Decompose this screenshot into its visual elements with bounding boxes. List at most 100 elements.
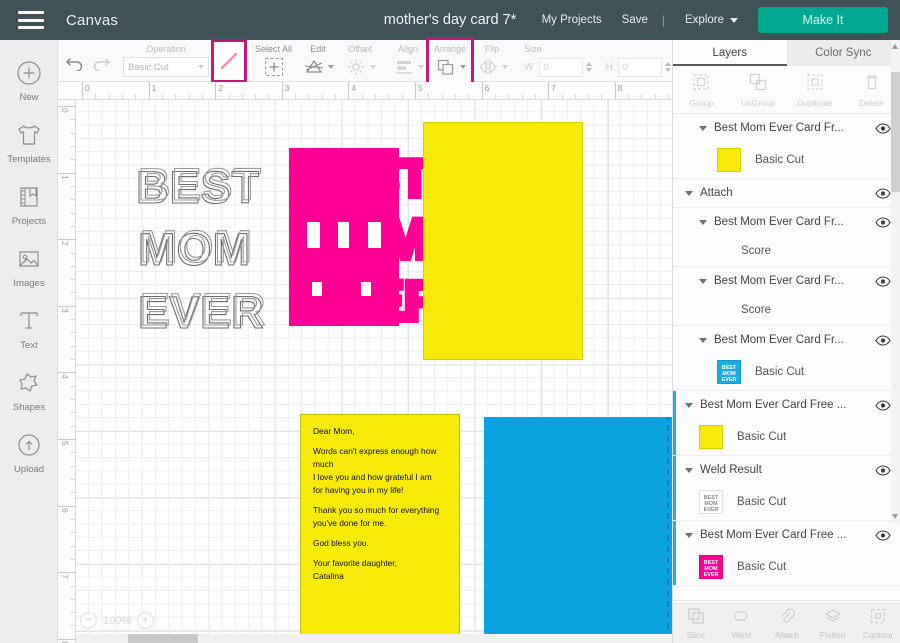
attach-button[interactable]: Attach: [764, 604, 810, 643]
align-chevron-down-icon[interactable]: [418, 65, 425, 69]
canvas-area[interactable]: 0123456789 012345678 BEST BEST MOM MOM E…: [58, 82, 672, 643]
scrollbar-thumb[interactable]: [128, 634, 198, 643]
hamburger-icon[interactable]: [18, 11, 44, 29]
eye-icon[interactable]: [875, 216, 891, 228]
offset-button[interactable]: [344, 56, 368, 78]
layer-group[interactable]: Best Mom Ever Card Fr... Basic Cut: [673, 114, 900, 179]
layer-header[interactable]: Best Mom Ever Card Fr...: [673, 114, 900, 142]
scroll-up-arrow-icon[interactable]: [892, 44, 898, 49]
zoom-in-button[interactable]: +: [137, 612, 155, 629]
layer-group[interactable]: Best Mom Ever Card Free ... Basic Cut: [673, 391, 900, 456]
blue-card[interactable]: [484, 417, 672, 643]
layer-group[interactable]: Attach: [673, 179, 900, 208]
ungroup-button[interactable]: UnGroup: [730, 66, 787, 113]
yellow-card-front[interactable]: [423, 122, 583, 360]
flip-button[interactable]: [476, 56, 500, 78]
layer-header[interactable]: Best Mom Ever Card Free ...: [673, 521, 900, 549]
layer-color-swatch[interactable]: BEST MOM EVER: [699, 490, 723, 514]
sidebar-item-new[interactable]: New: [0, 50, 58, 112]
layer-group[interactable]: Best Mom Ever Card Fr... Score: [673, 267, 900, 326]
contour-button[interactable]: Contour: [855, 604, 900, 643]
weld-button[interactable]: Weld: [719, 604, 765, 643]
explore-dropdown[interactable]: Explore: [669, 14, 744, 26]
edit-chevron-down-icon[interactable]: [328, 65, 335, 69]
chevron-down-icon[interactable]: [699, 219, 707, 225]
tab-layers[interactable]: Layers: [673, 40, 787, 66]
make-it-button[interactable]: Make It: [758, 7, 888, 33]
chevron-down-icon[interactable]: [699, 125, 707, 131]
sidebar-item-templates[interactable]: Templates: [0, 112, 58, 174]
sidebar-item-projects[interactable]: Projects: [0, 174, 58, 236]
chevron-down-icon[interactable]: [699, 337, 707, 343]
duplicate-button[interactable]: Duplicate: [787, 66, 844, 113]
layer-header[interactable]: Attach: [673, 179, 900, 207]
sidebar-item-text[interactable]: Text: [0, 298, 58, 360]
flip-chevron-down-icon[interactable]: [502, 65, 509, 69]
sidebar-item-images[interactable]: Images: [0, 236, 58, 298]
layer-color-swatch[interactable]: [717, 148, 741, 172]
sidebar-item-shapes[interactable]: Shapes: [0, 360, 58, 422]
layer-row[interactable]: BEST MOM EVER Basic Cut: [673, 354, 900, 390]
operation-select[interactable]: Basic Cut: [123, 57, 209, 77]
select-all-button[interactable]: [262, 56, 286, 78]
layer-color-swatch[interactable]: [699, 425, 723, 449]
height-input[interactable]: 0: [617, 57, 662, 77]
height-stepper[interactable]: [664, 62, 671, 72]
eye-icon[interactable]: [875, 334, 891, 346]
undo-icon[interactable]: [63, 52, 87, 74]
group-button[interactable]: Group: [673, 66, 730, 113]
width-input[interactable]: 0: [538, 57, 583, 77]
chevron-down-icon[interactable]: [699, 278, 707, 284]
scroll-down-arrow-icon[interactable]: [892, 514, 898, 519]
layer-group[interactable]: Best Mom Ever Card Fr... BEST MOM EVER Basic…: [673, 326, 900, 391]
tab-color-sync[interactable]: Color Sync: [787, 40, 900, 66]
chevron-down-icon[interactable]: [685, 190, 693, 196]
eye-icon[interactable]: [875, 122, 891, 134]
layer-row[interactable]: Basic Cut: [673, 419, 900, 455]
flatten-button[interactable]: Flatten: [810, 604, 856, 643]
chevron-down-icon[interactable]: [685, 402, 693, 408]
layer-group[interactable]: Best Mom Ever Card Free ... BEST MOM EVER Ba…: [673, 521, 900, 586]
align-button[interactable]: [392, 56, 416, 78]
layer-header[interactable]: Best Mom Ever Card Fr...: [673, 208, 900, 236]
layer-group[interactable]: Weld Result BEST MOM EVER Basic Cut: [673, 456, 900, 521]
my-projects-link[interactable]: My Projects: [532, 14, 612, 26]
yellow-letter-card[interactable]: Dear Mom, Words can't express enough how …: [300, 414, 460, 643]
eye-icon[interactable]: [875, 529, 891, 541]
layers-scroll-thumb[interactable]: [891, 72, 900, 192]
chevron-down-icon[interactable]: [685, 532, 693, 538]
save-button[interactable]: Save: [612, 14, 658, 26]
eye-icon[interactable]: [875, 275, 891, 287]
sidebar-item-upload[interactable]: Upload: [0, 422, 58, 484]
layer-group[interactable]: Best Mom Ever Card Fr... Score: [673, 208, 900, 267]
layer-color-swatch[interactable]: BEST MOM EVER: [717, 360, 741, 384]
zoom-out-button[interactable]: −: [80, 612, 97, 629]
layers-list[interactable]: Best Mom Ever Card Fr... Basic Cut Attach B…: [673, 114, 900, 597]
layer-header[interactable]: Best Mom Ever Card Free ...: [673, 391, 900, 419]
chevron-down-icon[interactable]: [685, 467, 693, 473]
line-preview-swatch[interactable]: [211, 39, 247, 83]
layer-row-score[interactable]: Score: [673, 295, 900, 325]
eye-icon[interactable]: [875, 464, 891, 476]
eye-icon[interactable]: [875, 399, 891, 411]
layer-row-score[interactable]: Score: [673, 236, 900, 266]
layer-row[interactable]: BEST MOM EVER Basic Cut: [673, 484, 900, 520]
layer-header[interactable]: Best Mom Ever Card Fr...: [673, 267, 900, 295]
arrange-chevron-down-icon[interactable]: [460, 65, 467, 69]
layer-row[interactable]: BEST MOM EVER Basic Cut: [673, 549, 900, 585]
width-stepper[interactable]: [585, 62, 592, 72]
layer-header[interactable]: Best Mom Ever Card Fr...: [673, 326, 900, 354]
layer-header[interactable]: Weld Result: [673, 456, 900, 484]
arrange-group[interactable]: Arrange: [426, 37, 475, 85]
canvas-label[interactable]: Canvas: [66, 12, 118, 29]
redo-icon[interactable]: [89, 52, 113, 74]
slice-button[interactable]: Slice: [673, 604, 719, 643]
arrange-button[interactable]: [434, 56, 458, 78]
eye-icon[interactable]: [875, 187, 891, 199]
edit-button[interactable]: [302, 56, 326, 78]
layers-scrollbar[interactable]: [891, 40, 900, 523]
layer-row[interactable]: Basic Cut: [673, 142, 900, 178]
layer-color-swatch[interactable]: BEST MOM EVER: [699, 555, 723, 579]
horizontal-scrollbar[interactable]: [76, 634, 672, 643]
offset-chevron-down-icon[interactable]: [370, 65, 377, 69]
